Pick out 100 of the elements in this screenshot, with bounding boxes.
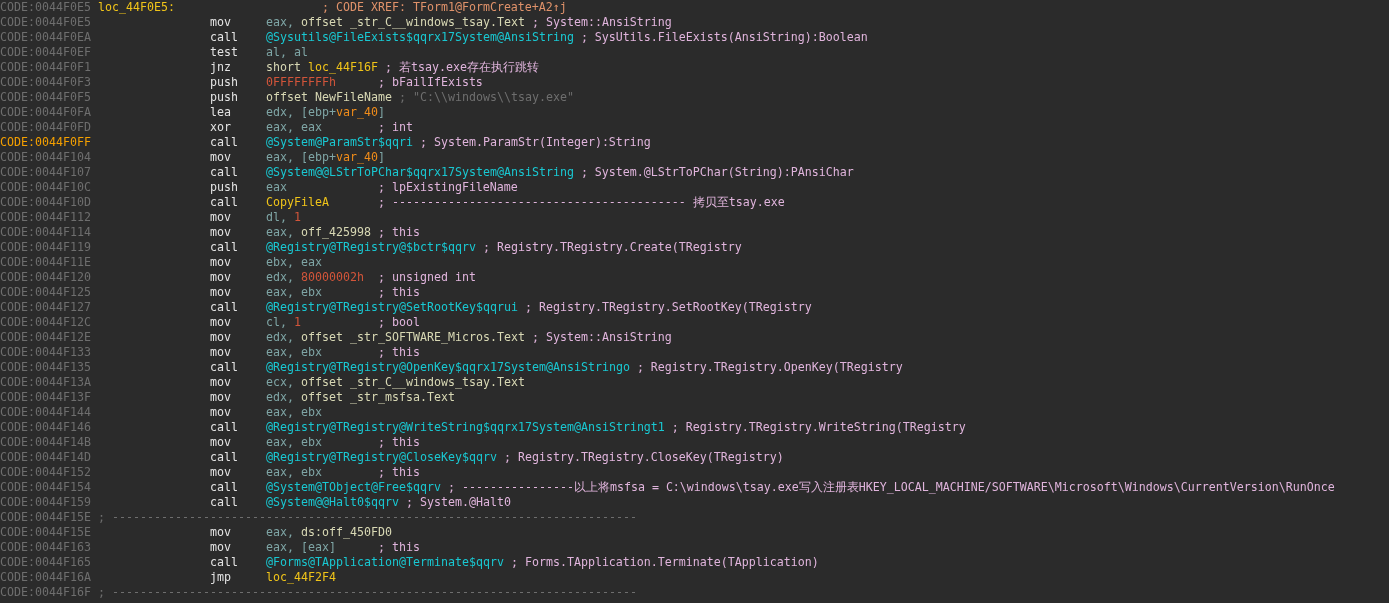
mnemonic-text: mov	[209, 390, 232, 405]
address-text: CODE:0044F0F1	[0, 60, 91, 75]
mnemonic-text: call	[209, 360, 239, 375]
address-text: CODE:0044F0FD	[0, 120, 91, 135]
mnemonic-text: push	[209, 180, 239, 195]
mnemonic-text: lea	[209, 105, 232, 120]
operand-text: @Sysutils@FileExists$qqrx17System@AnsiString	[265, 30, 574, 45]
mnemonic-text: mov	[209, 375, 232, 390]
comment-text: ; CODE XREF: TForm1@FormCreate+A2↑j	[321, 0, 567, 14]
address-text: CODE:0044F13F	[0, 390, 91, 405]
operand-text: @Registry@TRegistry@CloseKey$qqrv	[265, 450, 497, 465]
comment-text: ; this	[377, 435, 420, 449]
comment-text: ; this	[377, 345, 420, 359]
operand-text: @System@@Halt0$qqrv	[265, 495, 399, 510]
comment-text: ; System.ParamStr(Integer):String	[419, 135, 651, 149]
address-text: CODE:0044F165	[0, 555, 91, 570]
separator-comment: ; ---------------------------------------------------------------------------	[97, 510, 637, 524]
operand-text: @System@@LStrToPChar$qqrx17System@AnsiString	[265, 165, 574, 180]
operand-text: eax, ebx	[265, 435, 323, 450]
address-text: CODE:0044F144	[0, 405, 91, 420]
comment-text: ; this	[377, 465, 420, 479]
address-text: CODE:0044F0F5	[0, 90, 91, 105]
address-text: CODE:0044F0FA	[0, 105, 91, 120]
mnemonic-text: mov	[209, 225, 232, 240]
operand-text: eax, ebx	[265, 345, 323, 360]
address-text: CODE:0044F163	[0, 540, 91, 555]
mnemonic-text: call	[209, 30, 239, 45]
mnemonic-text: call	[209, 165, 239, 180]
operand-text: @Registry@TRegistry@OpenKey$qqrx17System@AnsiStringo	[265, 360, 630, 375]
mnemonic-text: mov	[209, 285, 232, 300]
mnemonic-text: mov	[209, 345, 232, 360]
operand-text: eax, [ebp+var_40]	[265, 150, 385, 165]
operand-text: ebx, eax	[265, 255, 323, 270]
address-text: CODE:0044F0E5	[0, 0, 91, 15]
address-text: CODE:0044F12C	[0, 315, 91, 330]
operand-text: eax, ebx	[265, 465, 323, 480]
operand-text: loc_44F2F4	[265, 570, 337, 585]
address-text: CODE:0044F16A	[0, 570, 91, 585]
address-text: CODE:0044F119	[0, 240, 91, 255]
address-text: CODE:0044F12E	[0, 330, 91, 345]
comment-text: ; Registry.TRegistry.Create(TRegistry	[482, 240, 742, 254]
mnemonic-text: jmp	[209, 570, 232, 585]
operand-text: eax, ebx	[265, 285, 323, 300]
comment-text: ; this	[377, 285, 420, 299]
address-text: CODE:0044F14B	[0, 435, 91, 450]
address-text: CODE:0044F107	[0, 165, 91, 180]
address-text: CODE:0044F15E	[0, 510, 91, 525]
address-text: CODE:0044F0FF	[0, 135, 91, 150]
mnemonic-text: mov	[209, 435, 232, 450]
mnemonic-text: mov	[209, 270, 232, 285]
mnemonic-text: push	[209, 75, 239, 90]
operand-text: short loc_44F16F	[265, 60, 378, 75]
comment-text: ; this	[377, 225, 420, 239]
operand-text: @System@ParamStr$qqri	[265, 135, 413, 150]
comment-text: ; 若tsay.exe存在执行跳转	[384, 60, 539, 74]
operand-text: offset NewFileName	[265, 90, 392, 105]
address-text: CODE:0044F104	[0, 150, 91, 165]
operand-text: eax	[265, 180, 288, 195]
mnemonic-text: xor	[209, 120, 232, 135]
mnemonic-text: mov	[209, 540, 232, 555]
address-text: CODE:0044F0E5	[0, 15, 91, 30]
mnemonic-text: mov	[209, 15, 232, 30]
mnemonic-text: mov	[209, 405, 232, 420]
mnemonic-text: call	[209, 300, 239, 315]
address-text: CODE:0044F0F3	[0, 75, 91, 90]
operand-text: eax, ebx	[265, 405, 323, 420]
operand-text: 0FFFFFFFFh	[265, 75, 337, 90]
mnemonic-text: call	[209, 135, 239, 150]
address-text: CODE:0044F159	[0, 495, 91, 510]
mnemonic-text: call	[209, 495, 239, 510]
operand-text: dl, 1	[265, 210, 302, 225]
mnemonic-text: call	[209, 450, 239, 465]
operand-text: edx, 80000002h	[265, 270, 365, 285]
comment-text: ; Registry.TRegistry.SetRootKey(TRegistry	[524, 300, 812, 314]
address-text: CODE:0044F0EF	[0, 45, 91, 60]
mnemonic-text: call	[209, 420, 239, 435]
mnemonic-text: mov	[209, 465, 232, 480]
address-text: CODE:0044F154	[0, 480, 91, 495]
separator-comment: ; ---------------------------------------------------------------------------	[97, 585, 637, 599]
address-text: CODE:0044F14D	[0, 450, 91, 465]
operand-text: @Registry@TRegistry@SetRootKey$qqrui	[265, 300, 518, 315]
address-text: CODE:0044F114	[0, 225, 91, 240]
operand-text: eax, off_425998	[265, 225, 371, 240]
address-text: CODE:0044F120	[0, 270, 91, 285]
comment-text: ; ----------------以上将msfsa = C:\windows\tsay.exe写入注册表HKEY_LOCAL_MACHINE/SOFTWARE\Microsoft\Windows\CurrentVersion\RunOnce	[447, 480, 1335, 494]
comment-text: ; System.@LStrToPChar(String):PAnsiChar	[580, 165, 854, 179]
address-text: CODE:0044F133	[0, 345, 91, 360]
mnemonic-text: call	[209, 555, 239, 570]
comment-text: ; Registry.TRegistry.OpenKey(TRegistry	[636, 360, 903, 374]
comment-text: ; System::AnsiString	[531, 15, 672, 29]
mnemonic-text: mov	[209, 330, 232, 345]
address-text: CODE:0044F10D	[0, 195, 91, 210]
address-text: CODE:0044F146	[0, 420, 91, 435]
operand-text: cl, 1	[265, 315, 302, 330]
address-text: CODE:0044F13A	[0, 375, 91, 390]
mnemonic-text: call	[209, 480, 239, 495]
mnemonic-text: mov	[209, 150, 232, 165]
comment-text: ; this	[377, 540, 420, 554]
address-text: CODE:0044F10C	[0, 180, 91, 195]
operand-text: edx, [ebp+var_40]	[265, 105, 385, 120]
